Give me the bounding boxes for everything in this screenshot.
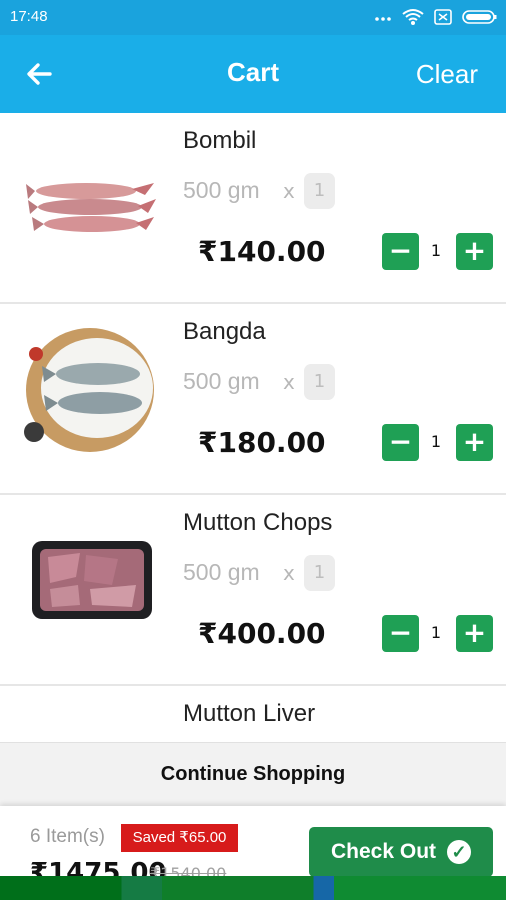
wifi-icon	[402, 9, 424, 25]
quantity-value: 1	[430, 623, 442, 642]
continue-shopping-button[interactable]: Continue Shopping	[0, 742, 506, 806]
unit-count-badge: 1	[304, 555, 335, 591]
item-name: Mutton Chops	[183, 509, 333, 536]
item-name: Bangda	[183, 318, 266, 345]
status-time: 17:48	[10, 8, 48, 25]
screen-glitch-strip	[0, 876, 506, 900]
item-price: ₹400.00	[198, 617, 326, 650]
quantity-value: 1	[430, 241, 442, 260]
app-bar: Cart Clear	[0, 35, 506, 113]
checkout-button[interactable]: Check Out ✓	[309, 827, 493, 877]
cart-item: Mutton Chops 500 gm x 1 ₹400.00 − 1 +	[0, 495, 506, 686]
status-icons	[372, 8, 498, 26]
battery-icon	[462, 10, 497, 24]
increase-quantity-button[interactable]: +	[456, 233, 493, 270]
mutton-chops-image	[32, 541, 152, 619]
increase-quantity-button[interactable]: +	[456, 424, 493, 461]
item-name: Mutton Liver	[183, 700, 316, 727]
decrease-quantity-button[interactable]: −	[382, 424, 419, 461]
clear-button[interactable]: Clear	[416, 59, 478, 90]
item-price: ₹180.00	[198, 426, 326, 459]
decrease-quantity-button[interactable]: −	[382, 615, 419, 652]
increase-quantity-button[interactable]: +	[456, 615, 493, 652]
decrease-quantity-button[interactable]: −	[382, 233, 419, 270]
multiply-sign: x	[283, 561, 295, 585]
items-count: 6 Item(s)	[30, 826, 105, 847]
cart-item: Bombil 500 gm x 1 ₹140.00 − 1 +	[0, 113, 506, 304]
status-bar: 17:48	[0, 0, 506, 35]
check-circle-icon: ✓	[447, 840, 471, 864]
more-dots-icon	[375, 17, 391, 21]
item-unit: 500 gm	[183, 177, 260, 203]
quantity-value: 1	[430, 432, 442, 451]
item-unit: 500 gm	[183, 559, 260, 585]
cart-item: Mutton Liver	[0, 686, 506, 743]
item-name: Bombil	[183, 127, 257, 154]
bangda-fish-image	[20, 324, 160, 454]
saved-badge: Saved ₹65.00	[121, 824, 238, 852]
item-unit: 500 gm	[183, 368, 260, 394]
cart-list[interactable]: Bombil 500 gm x 1 ₹140.00 − 1 + Bangda 5…	[0, 113, 506, 743]
unit-count-badge: 1	[304, 173, 335, 209]
checkout-label: Check Out	[331, 840, 437, 863]
cart-item: Bangda 500 gm x 1 ₹180.00 − 1 +	[0, 304, 506, 495]
unit-count-badge: 1	[304, 364, 335, 400]
bombil-fish-image	[26, 183, 156, 232]
multiply-sign: x	[283, 370, 295, 394]
multiply-sign: x	[283, 179, 295, 203]
no-sim-icon	[434, 9, 452, 25]
item-price: ₹140.00	[198, 235, 326, 268]
